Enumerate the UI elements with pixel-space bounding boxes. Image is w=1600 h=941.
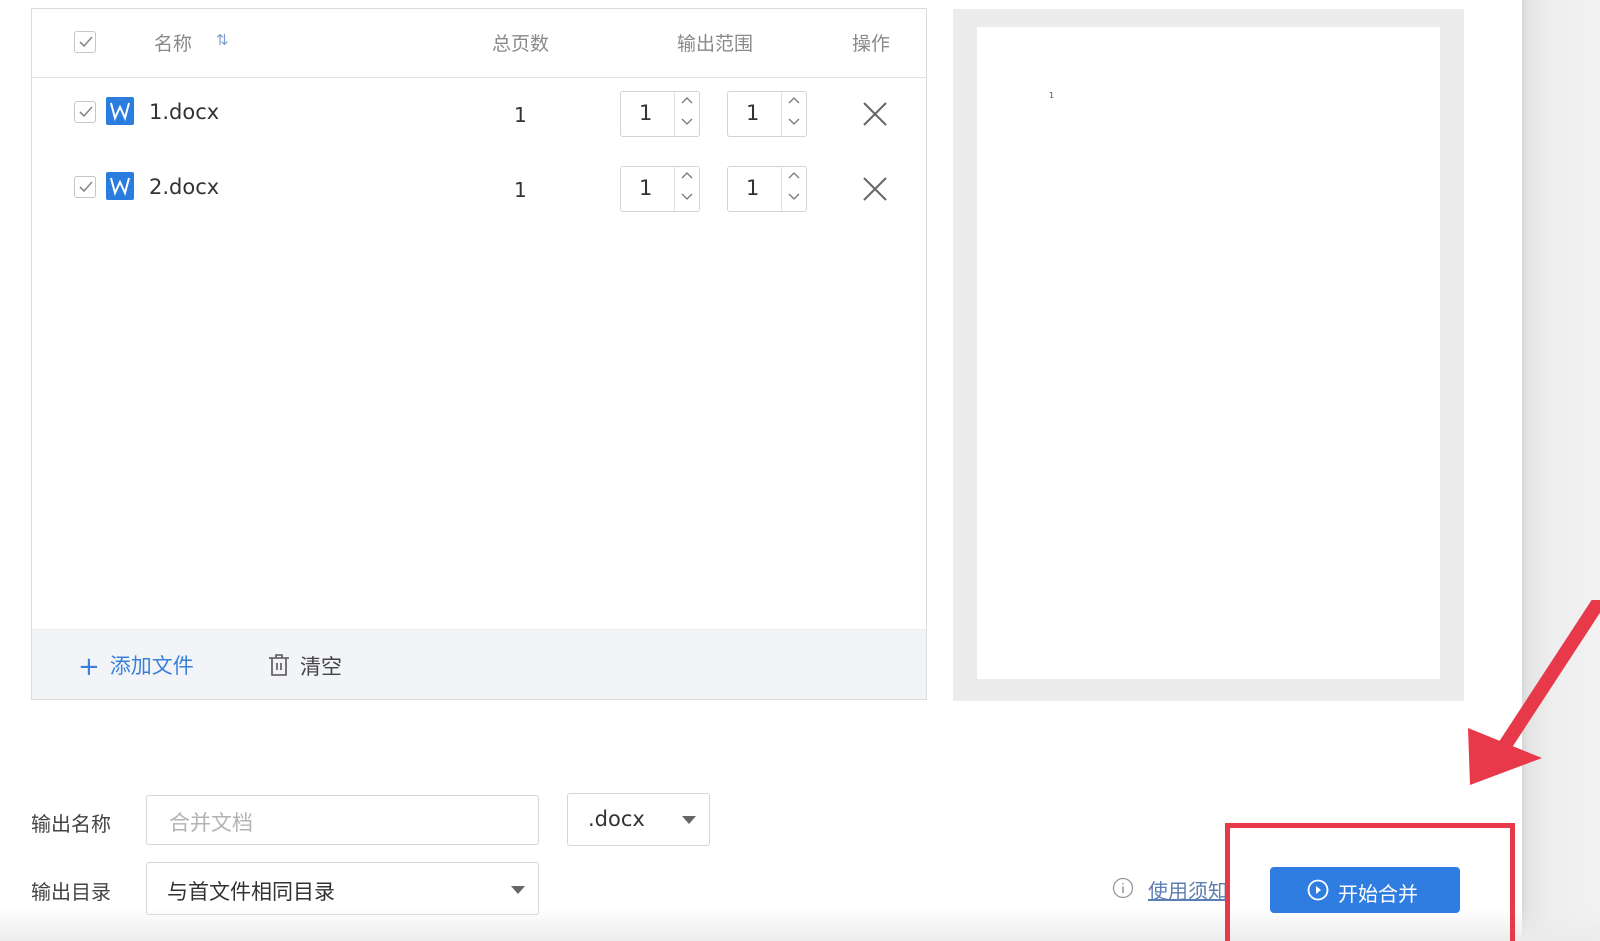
stepper-arrows[interactable] <box>674 92 699 136</box>
highlight-box <box>1225 823 1515 941</box>
total-pages-value: 1 <box>514 178 527 202</box>
chevron-down-icon[interactable] <box>682 816 696 824</box>
chevron-down-icon[interactable] <box>788 193 800 201</box>
table-header: 名称 ⇅ 总页数 输出范围 操作 <box>32 9 926 78</box>
format-select[interactable]: .docx <box>567 793 710 846</box>
stepper-arrows[interactable] <box>781 167 806 211</box>
range-start-value[interactable]: 1 <box>639 176 652 200</box>
file-name: 1.docx <box>149 100 220 124</box>
range-end-value[interactable]: 1 <box>746 101 759 125</box>
table-row: 2.docx 1 1 1 <box>32 156 926 216</box>
format-value[interactable]: .docx <box>588 807 645 831</box>
chevron-down-icon[interactable] <box>681 193 693 201</box>
column-total-pages: 总页数 <box>492 33 550 55</box>
preview-page-number: 1 <box>1049 91 1055 100</box>
word-icon <box>106 172 134 200</box>
output-name-field[interactable]: 合并文档 <box>146 795 539 845</box>
info-icon <box>1112 877 1134 899</box>
close-icon[interactable] <box>862 176 888 202</box>
chevron-down-icon[interactable] <box>511 886 525 894</box>
preview-page: 1 <box>977 27 1440 679</box>
select-all-checkbox[interactable] <box>74 31 96 53</box>
chevron-up-icon[interactable] <box>788 96 800 104</box>
table-row: 1.docx 1 1 1 <box>32 81 926 141</box>
chevron-up-icon[interactable] <box>681 96 693 104</box>
close-icon[interactable] <box>862 101 888 127</box>
column-name[interactable]: 名称 <box>154 29 192 56</box>
output-dir-value[interactable]: 与首文件相同目录 <box>167 876 335 906</box>
total-pages-value: 1 <box>514 103 527 127</box>
range-end-stepper[interactable]: 1 <box>727 166 807 212</box>
range-start-stepper[interactable]: 1 <box>620 166 700 212</box>
trash-icon <box>269 654 289 676</box>
panel-footer: + 添加文件 清空 <box>32 629 926 699</box>
stepper-arrows[interactable] <box>674 167 699 211</box>
preview-pane: 1 <box>953 9 1464 701</box>
row-checkbox[interactable] <box>74 176 96 198</box>
chevron-down-icon[interactable] <box>681 118 693 126</box>
chevron-up-icon[interactable] <box>681 171 693 179</box>
range-end-stepper[interactable]: 1 <box>727 91 807 137</box>
file-name: 2.docx <box>149 175 220 199</box>
output-dir-label: 输出目录 <box>31 880 111 904</box>
plus-icon: + <box>78 652 100 682</box>
column-output-range: 输出范围 <box>677 33 754 55</box>
add-file-label: 添加文件 <box>109 654 194 678</box>
clear-label: 清空 <box>300 655 342 679</box>
output-name-label: 输出名称 <box>31 812 111 836</box>
chevron-down-icon[interactable] <box>788 118 800 126</box>
row-checkbox[interactable] <box>74 101 96 123</box>
chevron-up-icon[interactable] <box>788 171 800 179</box>
stepper-arrows[interactable] <box>781 92 806 136</box>
clear-button[interactable]: 清空 <box>268 650 342 681</box>
word-icon <box>106 97 134 125</box>
add-file-button[interactable]: + 添加文件 <box>78 650 194 682</box>
sort-icon[interactable]: ⇅ <box>216 31 229 49</box>
column-actions: 操作 <box>852 33 891 55</box>
range-start-stepper[interactable]: 1 <box>620 91 700 137</box>
arrow-icon <box>1468 600 1600 785</box>
range-start-value[interactable]: 1 <box>639 101 652 125</box>
notice-link[interactable]: 使用须知 <box>1148 875 1228 904</box>
output-name-placeholder[interactable]: 合并文档 <box>169 807 253 837</box>
range-end-value[interactable]: 1 <box>746 176 759 200</box>
file-list-panel: 名称 ⇅ 总页数 输出范围 操作 1.docx 1 1 1 2.docx 1 1… <box>31 8 927 700</box>
